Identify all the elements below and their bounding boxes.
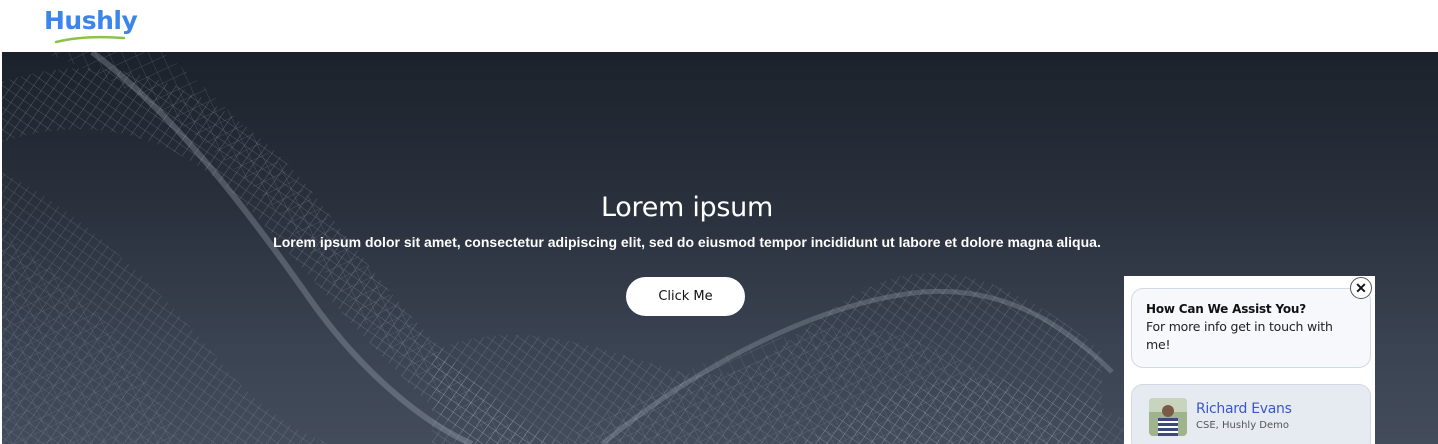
close-icon[interactable]: ✕: [1350, 277, 1372, 299]
assist-text: For more info get in touch with me!: [1146, 319, 1333, 352]
hushly-logo[interactable]: Hushly: [44, 4, 144, 44]
assist-title: How Can We Assist You?: [1146, 302, 1306, 316]
logo-swoosh-icon: [54, 35, 126, 44]
assist-message-card: How Can We Assist You? For more info get…: [1131, 288, 1371, 368]
logo-text: Hushly: [44, 6, 138, 35]
hero-title: Lorem ipsum: [601, 192, 773, 223]
person-photo-icon: [1149, 398, 1187, 436]
agent-role: CSE, Hushly Demo: [1196, 420, 1289, 431]
agent-name[interactable]: Richard Evans: [1196, 401, 1292, 417]
hero-subtitle: Lorem ipsum dolor sit amet, consectetur …: [273, 234, 1101, 250]
click-me-button[interactable]: Click Me: [626, 277, 745, 316]
top-navbar: Hushly: [0, 0, 1438, 52]
agent-card[interactable]: Richard Evans CSE, Hushly Demo: [1131, 384, 1371, 444]
